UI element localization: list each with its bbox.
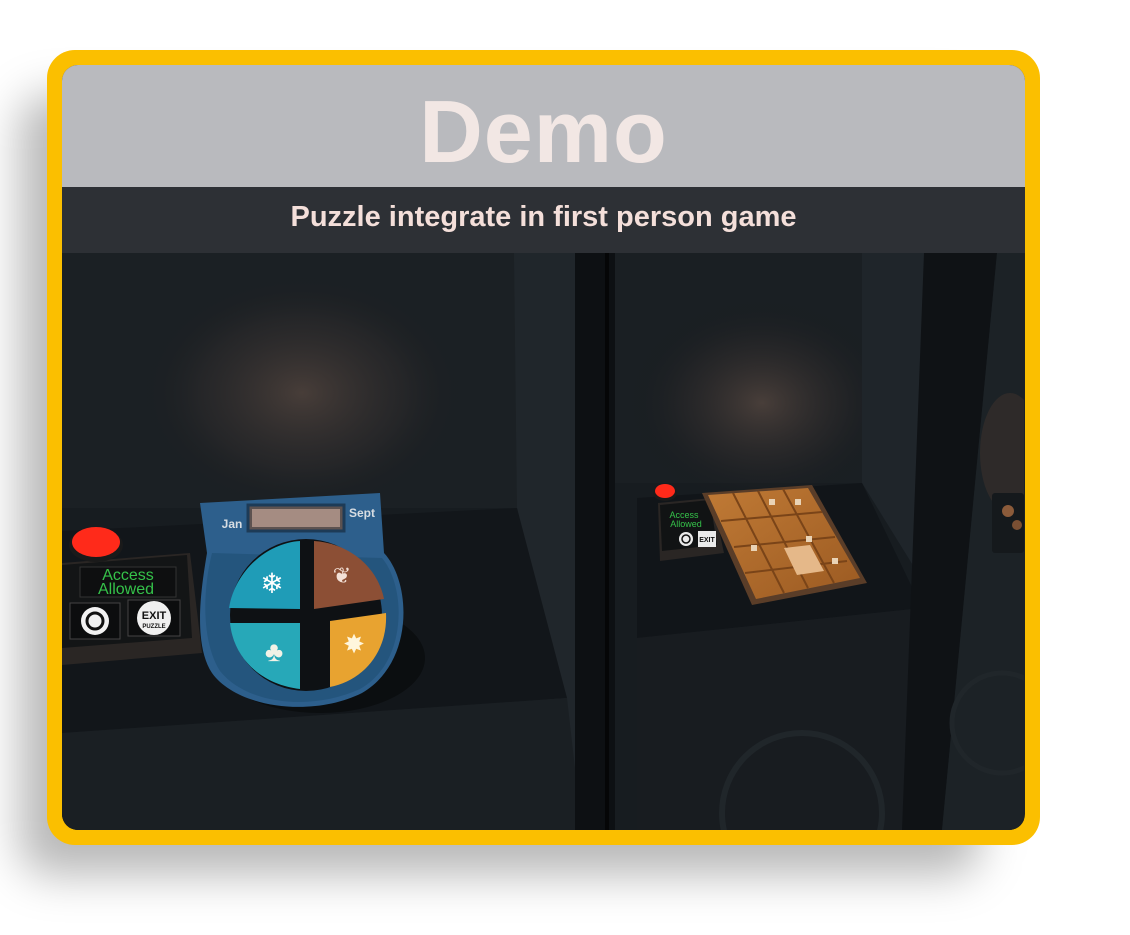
title-bar: Demo [62, 65, 1025, 187]
calendar-sept-label: Sept [349, 506, 375, 520]
reset-icon[interactable] [81, 607, 109, 635]
calendar-jan-label: Jan [222, 517, 243, 531]
access-status-line2: Allowed [670, 519, 702, 529]
sun-icon: ✸ [343, 629, 365, 659]
leaf-icon: ❦ [333, 563, 351, 588]
puzzle-label: PUZZLE [142, 624, 165, 630]
snowflake-icon: ❄ [260, 568, 283, 599]
exit-label: EXIT [142, 610, 167, 622]
red-button[interactable] [655, 484, 675, 498]
game-scene-render: Access Allowed EXIT PUZZLE Jan Sept ❄ ❦ … [62, 253, 1024, 830]
demo-card: Demo Puzzle integrate in first person ga… [47, 50, 1040, 845]
red-button[interactable] [72, 527, 120, 557]
reset-icon[interactable] [679, 532, 693, 546]
subtitle-bar: Puzzle integrate in first person game [62, 187, 1025, 253]
card-inner: Demo Puzzle integrate in first person ga… [62, 65, 1025, 830]
access-status-line2: Allowed [98, 581, 154, 598]
game-scene: Access Allowed EXIT PUZZLE Jan Sept ❄ ❦ … [62, 253, 1024, 830]
page-title: Demo [419, 82, 668, 181]
clover-icon: ♣ [265, 636, 283, 667]
exit-label: EXIT [699, 537, 715, 544]
page-subtitle: Puzzle integrate in first person game [290, 200, 797, 233]
